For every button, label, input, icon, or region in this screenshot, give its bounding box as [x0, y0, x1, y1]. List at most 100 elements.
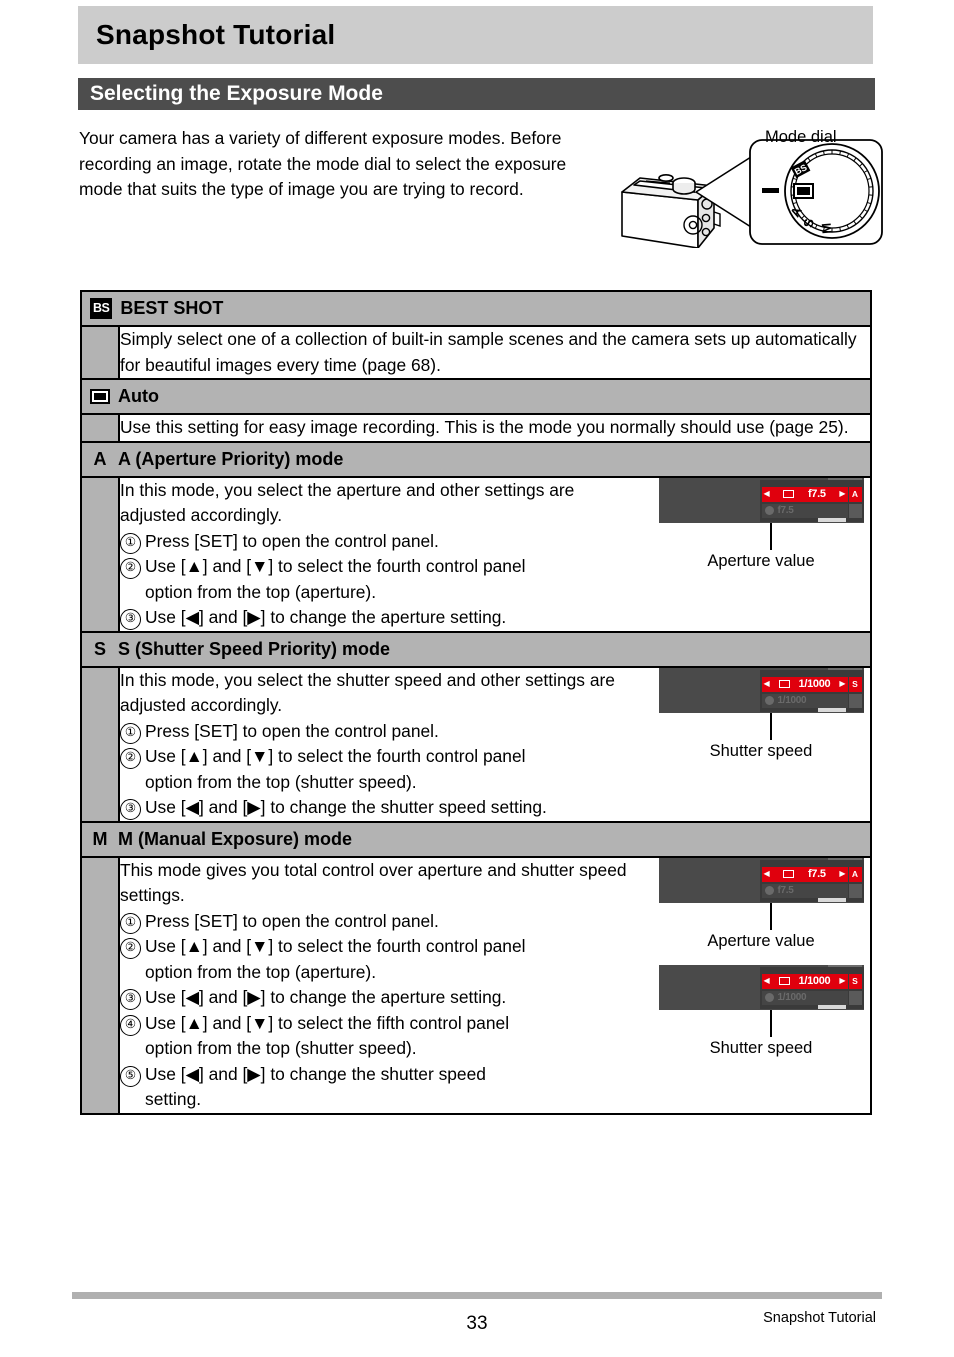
- intro-paragraph: Your camera has a variety of different e…: [79, 128, 567, 199]
- step-item: ⑤ Use [◀] and [▶] to change the shutter …: [120, 1062, 644, 1113]
- exposure-mode-table: BS BEST SHOT Simply select one of a coll…: [80, 290, 872, 1115]
- step-number: ①: [120, 722, 141, 744]
- leader-line: [770, 902, 772, 930]
- table-row-header-manual: M M (Manual Exposure) mode: [81, 820, 871, 858]
- figure-column: ◀ 1/1000 ▶ S 1/1000 Shutter speed: [652, 667, 870, 761]
- lcd-selected-row: ◀ 1/1000 ▶: [761, 973, 848, 989]
- step-number: ②: [120, 748, 141, 769]
- step-item: ① Press [SET] to open the control panel.: [120, 719, 644, 745]
- step-item: ③ Use [◀] and [▶] to change the aperture…: [120, 605, 644, 631]
- figure-caption: Shutter speed: [709, 1038, 813, 1057]
- row-gutter: [81, 666, 120, 822]
- lcd-screenshot: ◀ 1/1000 ▶ S 1/1000: [658, 667, 864, 713]
- step-item: ② Use [▲] and [▼] to select the fourth c…: [120, 934, 644, 985]
- step-number: ③: [120, 799, 141, 820]
- lcd-battery-icon: [848, 693, 862, 708]
- section-heading: Selecting the Exposure Mode: [90, 82, 383, 105]
- lcd-selected-row: ◀ f7.5 ▶: [761, 486, 848, 502]
- aperture-symbol-icon: [783, 870, 795, 878]
- lcd-figure: ◀ 1/1000 ▶ S 1/1000 Shutter speed: [658, 964, 864, 1058]
- shutter-symbol-icon: [764, 993, 774, 1002]
- right-arrow-icon: ▶: [839, 976, 846, 985]
- lcd-bottom-tab: [817, 517, 846, 522]
- figure-caption: Aperture value: [707, 931, 815, 950]
- lcd-battery-icon: [848, 503, 862, 518]
- step-text-cont: option from the top (aperture).: [145, 581, 377, 602]
- lcd-dim-value: f7.5: [777, 505, 794, 516]
- section-heading-band: Selecting the Exposure Mode: [78, 78, 875, 110]
- right-arrow-icon: ▶: [839, 869, 846, 878]
- step-item: ④ Use [▲] and [▼] to select the fifth co…: [120, 1011, 644, 1062]
- mode-title: Auto: [118, 386, 159, 406]
- lcd-figure: ◀ 1/1000 ▶ S 1/1000 Shutter speed: [658, 667, 864, 761]
- shutter-symbol-icon: [764, 506, 774, 515]
- table-row-body-auto: Use this setting for easy image recordin…: [81, 414, 871, 443]
- step-text: Use [◀] and [▶] to change the aperture s…: [145, 987, 507, 1007]
- lcd-control-panel: ◀ 1/1000 ▶ S 1/1000: [759, 966, 864, 1009]
- leader-line: [770, 1009, 772, 1037]
- table-row-body-aperture-priority: In this mode, you select the aperture an…: [81, 476, 871, 633]
- figure-caption: Aperture value: [707, 551, 815, 570]
- row-gutter: [81, 326, 120, 379]
- lcd-figure: ◀ f7.5 ▶ A f7.5 Aperture value: [658, 477, 864, 571]
- shutter-symbol-icon: [764, 696, 774, 705]
- step-text: Press [SET] to open the control panel.: [145, 910, 439, 931]
- lcd-value: f7.5: [807, 867, 826, 880]
- left-arrow-icon: ◀: [763, 976, 770, 985]
- step-number: ②: [120, 558, 141, 579]
- figure-caption: Shutter speed: [709, 741, 813, 760]
- bs-badge-icon: BS: [90, 298, 113, 319]
- figure-column: ◀ f7.5 ▶ A f7.5: [652, 857, 870, 1058]
- lcd-screenshot: ◀ 1/1000 ▶ S 1/1000: [658, 964, 864, 1010]
- lcd-dim-row: 1/1000: [761, 693, 848, 708]
- step-number: ①: [120, 912, 141, 934]
- step-text: Use [◀] and [▶] to change the shutter sp…: [145, 1063, 486, 1084]
- mode-description-cell: Simply select one of a collection of bui…: [119, 326, 871, 380]
- step-number: ③: [120, 609, 141, 630]
- step-text-cont: setting.: [145, 1089, 202, 1109]
- lcd-dim-row: f7.5: [761, 503, 848, 518]
- mode-description: This mode gives you total control over a…: [120, 859, 627, 906]
- camera-and-dial-illustration: BS A S M: [621, 139, 883, 249]
- auto-rectangle-icon: [90, 389, 110, 404]
- lcd-control-panel: ◀ f7.5 ▶ A f7.5: [759, 859, 864, 902]
- lcd-value: 1/1000: [798, 677, 831, 690]
- step-text: Press [SET] to open the control panel.: [145, 720, 439, 741]
- footer-section-label: Snapshot Tutorial: [763, 1310, 876, 1326]
- step-number: ③: [120, 989, 141, 1010]
- aperture-symbol-icon: [778, 680, 790, 688]
- lcd-mode-badge: S: [848, 973, 862, 989]
- mode-description-cell: This mode gives you total control over a…: [119, 856, 871, 1115]
- step-item: ② Use [▲] and [▼] to select the fourth c…: [120, 744, 644, 795]
- lcd-figure: ◀ f7.5 ▶ A f7.5 Aperture value: [658, 857, 864, 951]
- lcd-battery-icon: [848, 990, 862, 1005]
- lcd-battery-icon: [848, 883, 862, 898]
- aperture-symbol-icon: [783, 490, 795, 498]
- step-text: Use [▲] and [▼] to select the fifth cont…: [145, 1012, 510, 1033]
- shutter-symbol-icon: [764, 886, 774, 895]
- step-number: ②: [120, 938, 141, 959]
- step-text-cont: option from the top (shutter speed).: [145, 771, 417, 792]
- lcd-mode-badge: A: [848, 866, 862, 882]
- mode-title: A (Aperture Priority) mode: [118, 448, 344, 469]
- mode-dial-figure: Mode dial BS A S M: [610, 128, 890, 278]
- lcd-selected-row: ◀ f7.5 ▶: [761, 866, 848, 882]
- step-number: ⑤: [120, 1065, 141, 1087]
- lcd-dim-value: 1/1000: [777, 992, 807, 1003]
- figure-column: ◀ f7.5 ▶ A f7.5: [652, 477, 870, 571]
- mode-title: S (Shutter Speed Priority) mode: [118, 638, 391, 659]
- mode-description: Simply select one of a collection of bui…: [120, 329, 857, 375]
- step-item: ① Press [SET] to open the control panel.: [120, 529, 644, 555]
- leader-line: [770, 712, 772, 740]
- mode-title: BEST SHOT: [120, 298, 224, 318]
- lcd-dim-row: f7.5: [761, 883, 848, 898]
- mode-description-cell: Use this setting for easy image recordin…: [119, 414, 871, 443]
- lcd-dim-row: 1/1000: [761, 990, 848, 1005]
- lcd-screenshot: ◀ f7.5 ▶ A f7.5: [658, 477, 864, 523]
- lcd-dim-value: f7.5: [777, 885, 794, 896]
- lcd-mode-badge: A: [848, 486, 862, 502]
- right-arrow-icon: ▶: [839, 489, 846, 498]
- step-item: ② Use [▲] and [▼] to select the fourth c…: [120, 554, 644, 605]
- step-text-cont: option from the top (aperture).: [145, 961, 377, 982]
- mode-description: Use this setting for easy image recordin…: [120, 417, 849, 437]
